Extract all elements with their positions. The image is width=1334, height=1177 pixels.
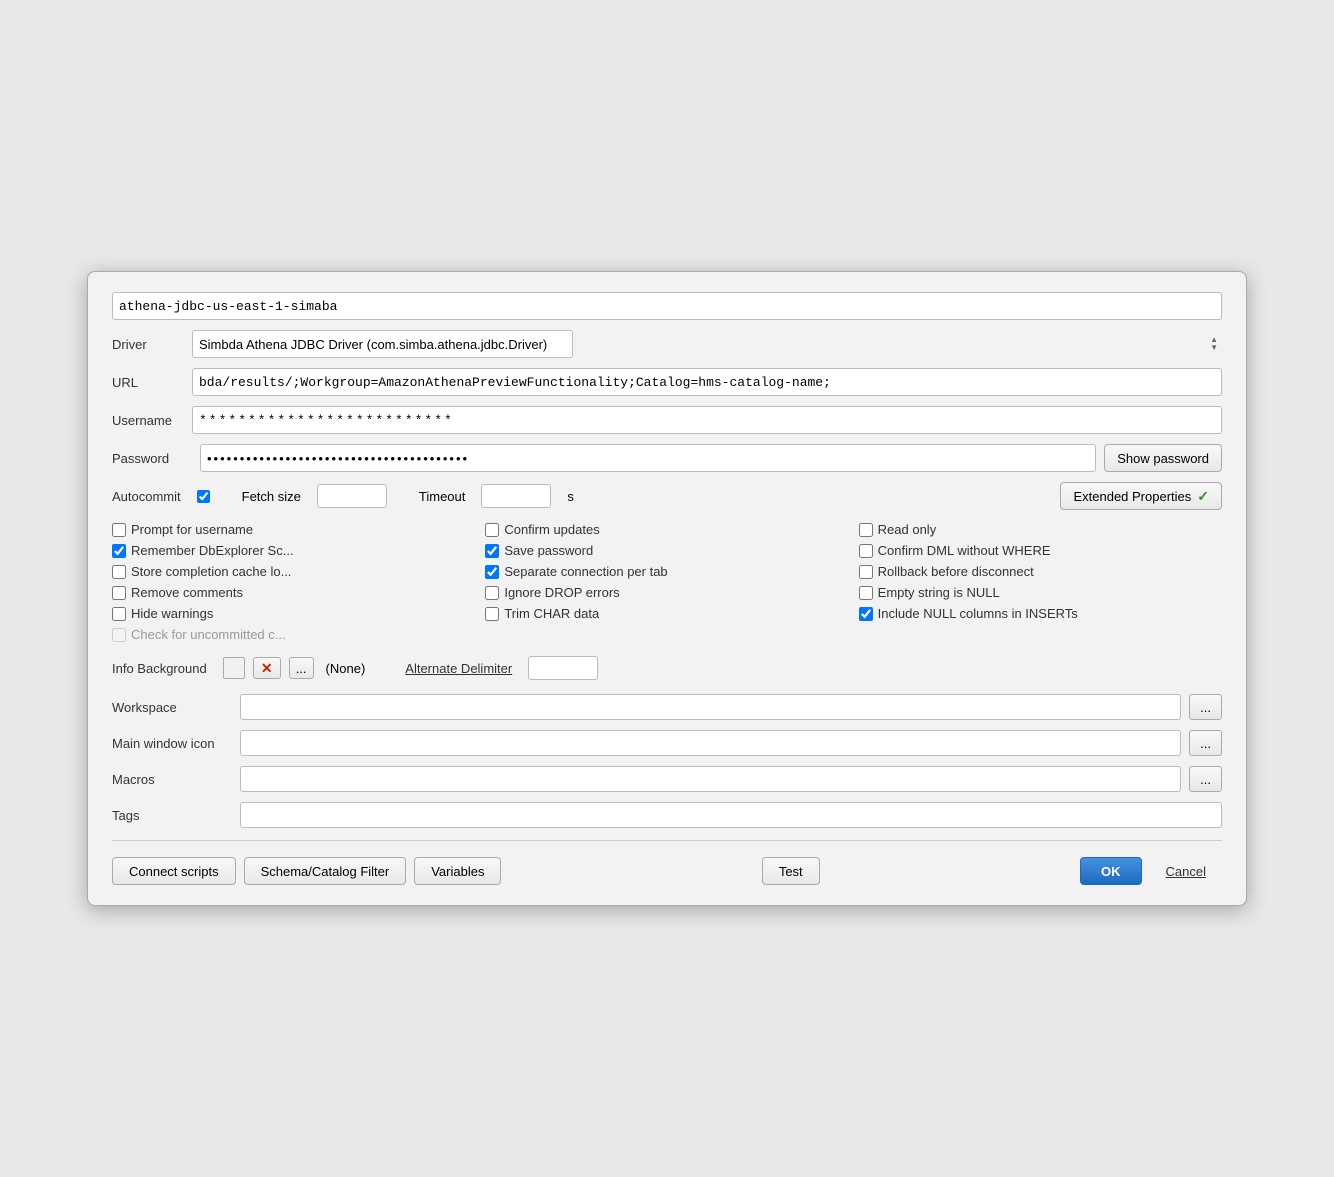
url-label: URL: [112, 375, 192, 390]
tags-label: Tags: [112, 808, 232, 823]
checkbox-item: Empty string is NULL: [859, 585, 1222, 600]
driver-arrows-icon: ▲ ▼: [1210, 336, 1218, 352]
url-input[interactable]: [192, 368, 1222, 396]
checkbox-item: Trim CHAR data: [485, 606, 848, 621]
trim-char-checkbox[interactable]: [485, 607, 499, 621]
checkbox-item: Remove comments: [112, 585, 475, 600]
show-password-button[interactable]: Show password: [1104, 444, 1222, 472]
checkbox-label: Ignore DROP errors: [504, 585, 619, 600]
extended-properties-button[interactable]: Extended Properties ✓: [1060, 482, 1222, 510]
timeout-label: Timeout: [419, 489, 465, 504]
ignore-drop-errors-checkbox[interactable]: [485, 586, 499, 600]
connection-name-input[interactable]: [112, 292, 1222, 320]
extended-properties-label: Extended Properties: [1073, 489, 1191, 504]
workspace-browse-button[interactable]: ...: [1189, 694, 1222, 720]
main-window-icon-input[interactable]: [240, 730, 1181, 756]
main-window-icon-label: Main window icon: [112, 736, 232, 751]
checkbox-item: Include NULL columns in INSERTs: [859, 606, 1222, 621]
checkbox-label: Rollback before disconnect: [878, 564, 1034, 579]
macros-label: Macros: [112, 772, 232, 787]
workspace-label: Workspace: [112, 700, 232, 715]
info-bg-label: Info Background: [112, 661, 207, 676]
checkboxes-section: Prompt for username Confirm updates Read…: [112, 522, 1222, 642]
info-background-color-box[interactable]: [223, 657, 245, 679]
main-window-icon-browse-button[interactable]: ...: [1189, 730, 1222, 756]
checkbox-item: Store completion cache lo...: [112, 564, 475, 579]
checkbox-label: Check for uncommitted c...: [131, 627, 286, 642]
none-text: (None): [326, 661, 366, 676]
remember-dbexplorer-checkbox[interactable]: [112, 544, 126, 558]
info-bg-clear-button[interactable]: ✕: [253, 657, 281, 679]
macros-input[interactable]: [240, 766, 1181, 792]
save-password-checkbox[interactable]: [485, 544, 499, 558]
separate-connection-checkbox[interactable]: [485, 565, 499, 579]
rollback-before-disconnect-checkbox[interactable]: [859, 565, 873, 579]
x-icon: ✕: [261, 660, 273, 677]
alternate-delimiter-input[interactable]: [528, 656, 598, 680]
checkbox-item: Ignore DROP errors: [485, 585, 848, 600]
checkbox-label: Prompt for username: [131, 522, 253, 537]
cancel-button[interactable]: Cancel: [1150, 857, 1222, 885]
username-label: Username: [112, 413, 192, 428]
alternate-delimiter-link[interactable]: Alternate Delimiter: [405, 661, 512, 676]
checkbox-item: Confirm updates: [485, 522, 848, 537]
test-button[interactable]: Test: [762, 857, 820, 885]
checkbox-label: Confirm updates: [504, 522, 599, 537]
confirm-updates-checkbox[interactable]: [485, 523, 499, 537]
checkbox-label: Separate connection per tab: [504, 564, 667, 579]
confirm-dml-checkbox[interactable]: [859, 544, 873, 558]
checkbox-label: Hide warnings: [131, 606, 213, 621]
fetch-size-label: Fetch size: [242, 489, 301, 504]
connect-scripts-button[interactable]: Connect scripts: [112, 857, 236, 885]
check-icon: ✓: [1197, 488, 1209, 505]
checkbox-label: Save password: [504, 543, 593, 558]
schema-catalog-filter-button[interactable]: Schema/Catalog Filter: [244, 857, 407, 885]
password-label: Password: [112, 451, 192, 466]
autocommit-checkbox[interactable]: [197, 490, 210, 503]
hide-warnings-checkbox[interactable]: [112, 607, 126, 621]
timeout-unit: s: [567, 489, 574, 504]
ok-button[interactable]: OK: [1080, 857, 1142, 885]
password-input[interactable]: [200, 444, 1096, 472]
checkbox-label: Remove comments: [131, 585, 243, 600]
username-input[interactable]: [192, 406, 1222, 434]
checkbox-label: Include NULL columns in INSERTs: [878, 606, 1078, 621]
driver-label: Driver: [112, 337, 192, 352]
check-uncommitted-checkbox[interactable]: [112, 628, 126, 642]
remove-comments-checkbox[interactable]: [112, 586, 126, 600]
checkbox-item: Prompt for username: [112, 522, 475, 537]
checkbox-item: Read only: [859, 522, 1222, 537]
checkbox-label: Confirm DML without WHERE: [878, 543, 1051, 558]
checkbox-item: Separate connection per tab: [485, 564, 848, 579]
read-only-checkbox[interactable]: [859, 523, 873, 537]
checkbox-item: Hide warnings: [112, 606, 475, 621]
workspace-input[interactable]: [240, 694, 1181, 720]
prompt-username-checkbox[interactable]: [112, 523, 126, 537]
macros-browse-button[interactable]: ...: [1189, 766, 1222, 792]
checkbox-item: Rollback before disconnect: [859, 564, 1222, 579]
checkbox-item: Remember DbExplorer Sc...: [112, 543, 475, 558]
tags-input[interactable]: [240, 802, 1222, 828]
checkbox-label: Empty string is NULL: [878, 585, 1000, 600]
driver-select[interactable]: Simbda Athena JDBC Driver (com.simba.ath…: [192, 330, 573, 358]
checkbox-item: Confirm DML without WHERE: [859, 543, 1222, 558]
fetch-size-input[interactable]: [317, 484, 387, 508]
checkbox-label: Read only: [878, 522, 937, 537]
empty-string-null-checkbox[interactable]: [859, 586, 873, 600]
checkbox-label: Remember DbExplorer Sc...: [131, 543, 294, 558]
autocommit-label: Autocommit: [112, 489, 181, 504]
store-completion-checkbox[interactable]: [112, 565, 126, 579]
checkbox-label: Trim CHAR data: [504, 606, 599, 621]
variables-button[interactable]: Variables: [414, 857, 501, 885]
connection-dialog: Driver Simbda Athena JDBC Driver (com.si…: [87, 271, 1247, 906]
bottom-buttons: Connect scripts Schema/Catalog Filter Va…: [112, 857, 1222, 885]
checkbox-item: Save password: [485, 543, 848, 558]
divider: [112, 840, 1222, 841]
driver-wrapper: Simbda Athena JDBC Driver (com.simba.ath…: [192, 330, 1222, 358]
info-bg-browse-button[interactable]: ...: [289, 657, 314, 679]
timeout-input[interactable]: [481, 484, 551, 508]
checkbox-item: Check for uncommitted c...: [112, 627, 475, 642]
include-null-columns-checkbox[interactable]: [859, 607, 873, 621]
checkbox-label: Store completion cache lo...: [131, 564, 291, 579]
